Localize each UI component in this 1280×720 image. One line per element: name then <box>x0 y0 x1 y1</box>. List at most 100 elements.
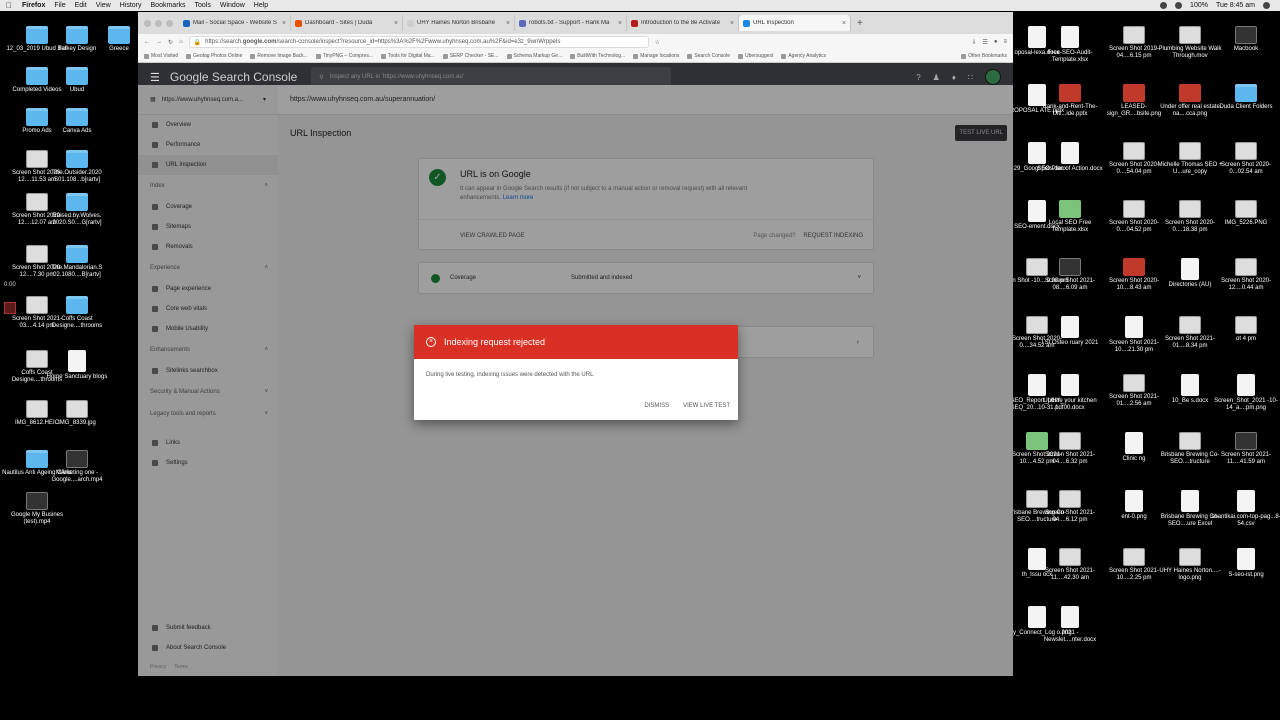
bookmark-icon <box>687 53 693 59</box>
wifi-icon[interactable] <box>1175 2 1183 9</box>
downloads-icon[interactable]: ⇩ <box>971 39 976 46</box>
desktop-icon[interactable]: 2021 - Newslet....nter.docx <box>1035 606 1105 644</box>
bookmark-remove-image-back[interactable]: Remove Image Back... <box>250 53 308 59</box>
desktop-icon[interactable]: Screen_Shot_2021 -10-14_a....pm.png <box>1211 374 1280 412</box>
desktop-icon[interactable]: MArketing one - Google....arch.mp4 <box>42 450 112 484</box>
apple-icon[interactable]:  <box>6 1 12 10</box>
recording-time: 0:00 <box>4 282 16 288</box>
search-placeholder: Inspect any URL in 'https://www.uhyhnseq… <box>329 74 464 80</box>
close-tab-icon[interactable]: × <box>282 20 286 27</box>
desktop-icon[interactable]: Raised.by.Wolves. 2020.S0....G[rartv] <box>42 193 112 227</box>
close-tab-icon[interactable]: × <box>842 20 846 27</box>
bookmark-star-icon[interactable]: ☆ <box>655 39 660 46</box>
zoom-window-icon[interactable] <box>166 19 173 27</box>
desktop-icon[interactable]: Duda Client Folders <box>1211 84 1280 111</box>
lock-icon: 🔒 <box>193 39 202 46</box>
bookmark-schema-markup-ge[interactable]: Schema Markup Ge... <box>506 53 562 59</box>
close-tab-icon[interactable]: × <box>618 20 622 27</box>
bookmark-serp-checker-se[interactable]: SERP Checker - SE... <box>442 53 499 59</box>
desktop-icon[interactable]: Update your kitchen f....00.docx <box>1035 374 1105 412</box>
battery-label[interactable]: 100% <box>1190 2 1208 9</box>
bookmark-tinypng-compres[interactable]: TinyPNG – Compres... <box>315 53 373 59</box>
home-icon[interactable]: ⌂ <box>179 39 183 45</box>
menu-icon[interactable]: ≡ <box>1003 39 1007 45</box>
desktop-icon[interactable]: Free-SEO-Audit-Template.xlsx <box>1035 26 1105 64</box>
record-stop-icon[interactable] <box>4 302 16 314</box>
desktop-icon[interactable]: Ubud <box>42 67 112 94</box>
url-bar[interactable]: 🔒 https://search.google.com/search-conso… <box>188 36 649 48</box>
desktop-icon[interactable]: IMG_5226.PNG <box>1211 200 1280 227</box>
bookmark-geotag-photos-online[interactable]: Geotag Photos Online <box>186 53 242 59</box>
tab-url-inspection[interactable]: URL Inspection × <box>739 15 851 31</box>
bookmark-agency-analytics[interactable]: Agency Analytics <box>781 53 826 59</box>
desktop-icon[interactable]: Screen Shot 2020-0...02.54 am <box>1211 142 1280 176</box>
desktop-icon[interactable]: IMG_8339.jpg <box>42 400 112 427</box>
tab-introduction-to-the-[interactable]: Introduction to the 8e Activate × <box>627 15 739 31</box>
view-live-test-button[interactable]: VIEW LIVE TEST <box>683 403 730 409</box>
desktop-icon[interactable]: SEO Plan of Action.docx <box>1035 142 1105 173</box>
tab-robots-txt-support-r[interactable]: robots.txt - Support - Rank Ma × <box>515 15 627 31</box>
desktop-icon[interactable]: S-seo-ist.png <box>1211 548 1280 579</box>
menu-firefox[interactable]: Firefox <box>22 2 45 9</box>
close-tab-icon[interactable]: × <box>394 20 398 27</box>
close-tab-icon[interactable]: × <box>730 20 734 27</box>
desktop-icon[interactable]: Screen Shot 2021-04....6.12 pm <box>1035 490 1105 524</box>
desktop-icon[interactable]: Canva Ads <box>42 108 112 135</box>
bookmark-tools-for-digital-ma[interactable]: Tools for Digital Ma... <box>381 53 435 59</box>
extension-icon[interactable]: ● <box>994 39 998 45</box>
back-icon[interactable]: ← <box>144 39 150 45</box>
bookmark-most-visited[interactable]: Most Visited <box>144 53 178 59</box>
desktop-icon[interactable]: Screen Shot 2020-12....0.44 am <box>1211 258 1280 292</box>
forward-icon[interactable]: → <box>156 39 162 45</box>
help-icon[interactable]: ? <box>916 73 920 82</box>
menu-help[interactable]: Help <box>254 2 268 9</box>
library-icon[interactable]: ☰ <box>982 39 987 46</box>
desktop-icon[interactable]: Screen Shot 2021-11....42.30 am <box>1035 548 1105 582</box>
bookmark-search-console[interactable]: Search Console <box>687 53 730 59</box>
desktop-icon[interactable]: Home Sanctuary blogs <box>42 350 112 381</box>
desktop-icon[interactable]: shantikai.com-top-pag...8-54.csv <box>1211 490 1280 528</box>
desktop-icon[interactable]: Screen Shot 2021-11....41.59 am <box>1211 432 1280 466</box>
desktop-icon[interactable]: Google My Busines (test).mp4 <box>2 492 72 526</box>
tab-dashboard-sites-duda[interactable]: Dashboard - Sites | Duda × <box>291 15 403 31</box>
desktop-icon[interactable]: ot 4 pm <box>1211 316 1280 343</box>
bookmark-ubersuggest[interactable]: Ubersuggest <box>737 53 773 59</box>
bookmark-other-bookmarks[interactable]: Other Bookmarks <box>961 53 1007 59</box>
tab-mail-social-space-we[interactable]: Mail - Social Space - Website S × <box>179 15 291 31</box>
menu-window[interactable]: Window <box>220 2 245 9</box>
bell-icon[interactable]: ♦ <box>952 73 956 82</box>
menu-history[interactable]: History <box>120 2 142 9</box>
desktop-icon[interactable]: Macbook <box>1211 26 1280 53</box>
menu-edit[interactable]: Edit <box>75 2 87 9</box>
desktop-icon[interactable]: Coffs Coast Designe....throoms <box>42 296 112 330</box>
menu-view[interactable]: View <box>96 2 111 9</box>
inspect-url-search[interactable]: ⚲ Inspect any URL in 'https://www.uhyhns… <box>311 67 672 87</box>
status-icon[interactable] <box>1160 2 1168 9</box>
settings-people-icon[interactable]: ♟ <box>933 73 940 82</box>
menu-bookmarks[interactable]: Bookmarks <box>151 2 186 9</box>
clock-label[interactable]: Tue 8:45 am <box>1216 2 1255 9</box>
gsc-logo[interactable]: Google Search Console <box>170 70 297 84</box>
close-window-icon[interactable] <box>144 19 151 27</box>
desktop-icon[interactable]: Screen Shot 2021-04....6.32 pm <box>1035 432 1105 466</box>
minimize-window-icon[interactable] <box>155 19 162 27</box>
reload-icon[interactable]: ↻ <box>168 39 173 46</box>
search-icon[interactable] <box>1263 2 1270 9</box>
tab-uhy-haines-norton-br[interactable]: UHY Haines Norton Brisbane × <box>403 15 515 31</box>
desktop-icon[interactable]: Rank-and-Rent-The-Ulti...ide.pptx <box>1035 84 1105 118</box>
hamburger-icon[interactable]: ☰ <box>150 71 160 84</box>
menu-file[interactable]: File <box>54 2 65 9</box>
close-tab-icon[interactable]: × <box>506 20 510 27</box>
menu-tools[interactable]: Tools <box>195 2 211 9</box>
desktop-icon[interactable]: The.Outsider.2020 S01.108...b[rartv] <box>42 150 112 184</box>
desktop-icon[interactable]: The.Mandalorian.S 02.1080....B[rartv] <box>42 245 112 279</box>
avatar[interactable] <box>985 69 1001 85</box>
new-tab-icon[interactable]: + <box>857 18 863 29</box>
apps-grid-icon[interactable]: ∷ <box>968 73 973 82</box>
bookmark-manage-locations[interactable]: Manage locations <box>633 53 679 59</box>
bookmark-builtwith-technolog[interactable]: BuiltWith Technolog... <box>570 53 625 59</box>
dismiss-button[interactable]: DISMISS <box>644 403 669 409</box>
desktop-icon[interactable]: Screen Shot 2021-08....6.09 am <box>1035 258 1105 292</box>
desktop-icon[interactable]: l St Osteo ruary 2021 <box>1035 316 1105 347</box>
desktop-icon[interactable]: Local SEO Free Template.xlsx <box>1035 200 1105 234</box>
